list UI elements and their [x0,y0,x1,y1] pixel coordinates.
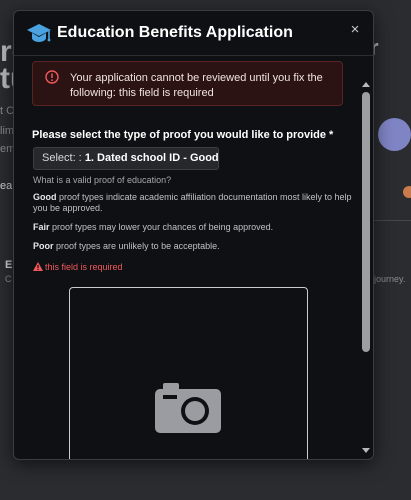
background-text-fragment: E [5,259,13,271]
background-avatar [378,118,411,151]
field-error: this field is required [33,262,123,272]
help-good: Good proof types indicate academic affil… [33,192,353,214]
graduation-cap-icon [27,24,51,42]
background-text-fragment: lim [0,125,15,137]
proof-type-label: Please select the type of proof you woul… [32,129,334,141]
warning-triangle-icon [33,262,43,271]
background-text-fragment: C [5,274,12,284]
select-value: 1. Dated school ID - Good [84,152,219,164]
help-question: What is a valid proof of education? [33,175,172,185]
modal-header: Education Benefits Application × [14,11,373,56]
help-poor-text: proof types are unlikely to be acceptabl… [53,241,220,251]
help-good-strong: Good [33,192,57,202]
proof-type-select[interactable]: Select: : 1. Dated school ID - Good [33,147,219,170]
error-circle-icon [45,70,59,84]
alert-message: Your application cannot be reviewed unti… [70,72,323,99]
error-alert: Your application cannot be reviewed unti… [32,61,343,106]
background-text-fragment: t C [0,105,15,117]
camera-icon [155,383,221,433]
education-benefits-modal: Education Benefits Application × Your ap… [13,10,374,460]
help-poor: Poor proof types are unlikely to be acce… [33,241,353,252]
scroll-up-arrow-icon[interactable] [362,82,370,87]
background-dot [403,186,411,198]
help-fair-text: proof types may lower your chances of be… [49,222,274,232]
photo-upload-area[interactable] [69,287,308,459]
field-error-text: this field is required [45,262,123,272]
help-poor-strong: Poor [33,241,54,251]
background-divider [372,220,411,221]
modal-title: Education Benefits Application [57,24,293,41]
help-fair-strong: Fair [33,222,50,232]
help-good-text: proof types indicate academic affiliatio… [33,192,352,213]
scroll-thumb[interactable] [362,92,370,352]
background-button-fragment: ea [0,180,13,192]
close-button[interactable]: × [346,21,364,39]
modal-body: Your application cannot be reviewed unti… [14,56,360,459]
select-prefix: Select: : [42,152,82,164]
modal-scrollbar[interactable] [360,56,373,459]
scroll-down-arrow-icon[interactable] [362,448,370,453]
background-text-fragment: journey. [374,274,406,284]
help-fair: Fair proof types may lower your chances … [33,222,353,233]
